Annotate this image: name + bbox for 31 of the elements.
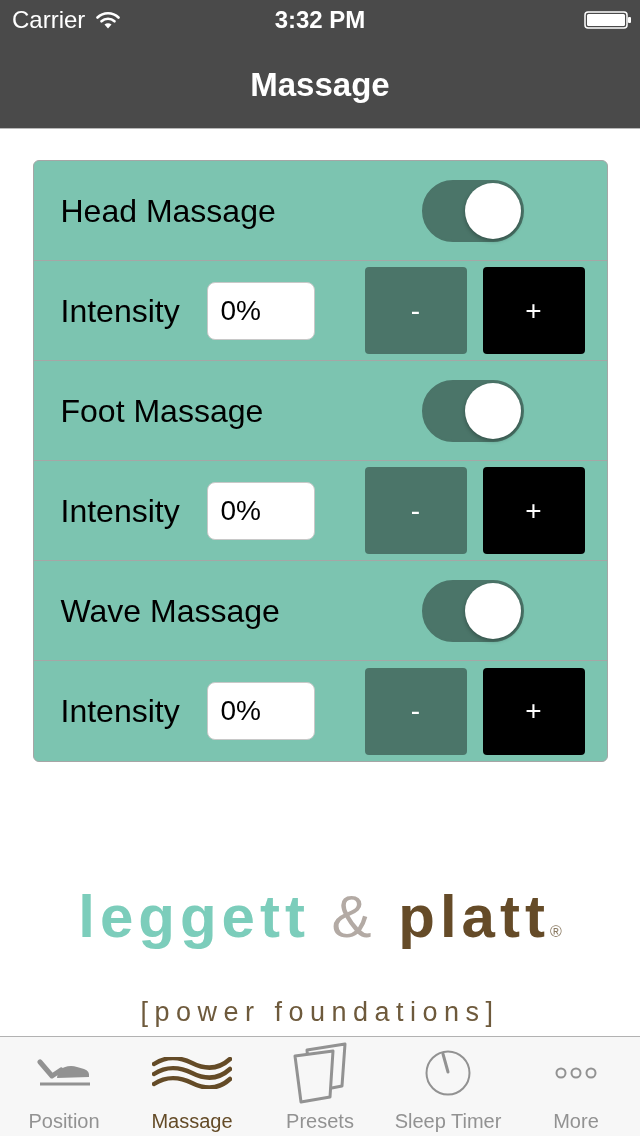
wifi-icon bbox=[96, 11, 121, 29]
bed-icon bbox=[37, 1059, 91, 1087]
toggle-switch[interactable] bbox=[421, 179, 524, 242]
intensity-label: Intensity bbox=[60, 494, 181, 527]
intensity-field[interactable]: 0% bbox=[206, 481, 315, 540]
waves-icon bbox=[152, 1057, 232, 1089]
decrease-button[interactable]: - bbox=[364, 667, 467, 755]
battery-icon bbox=[584, 11, 632, 29]
toggle-switch[interactable] bbox=[421, 579, 524, 642]
time-label: 3:32 PM bbox=[274, 8, 366, 32]
tab-bar-item[interactable]: Massage bbox=[128, 1037, 256, 1136]
intensity-field[interactable]: 0% bbox=[206, 682, 315, 740]
documents-icon bbox=[293, 1042, 347, 1104]
intensity-field[interactable]: 0% bbox=[206, 281, 315, 340]
more-icon bbox=[555, 1067, 597, 1079]
decrease-button[interactable]: - bbox=[364, 467, 467, 554]
increase-button[interactable]: + bbox=[482, 267, 585, 354]
toggle-switch[interactable] bbox=[421, 379, 524, 442]
intensity-label: Intensity bbox=[60, 695, 181, 727]
intensity-label: Intensity bbox=[60, 294, 181, 327]
decrease-button[interactable]: - bbox=[364, 267, 467, 354]
nav-title: Massage bbox=[250, 67, 390, 101]
massage-label: Wave Massage bbox=[60, 594, 280, 627]
increase-button[interactable]: + bbox=[482, 667, 585, 755]
brand-wordmark: leggett & platt® bbox=[78, 887, 562, 952]
massage-label: Foot Massage bbox=[60, 394, 264, 427]
carrier-label: Carrier bbox=[12, 8, 86, 32]
massage-label: Head Massage bbox=[60, 194, 276, 227]
brand-tagline: [power foundations] bbox=[140, 998, 500, 1026]
increase-button[interactable]: + bbox=[482, 467, 585, 554]
timer-icon bbox=[425, 1050, 471, 1096]
